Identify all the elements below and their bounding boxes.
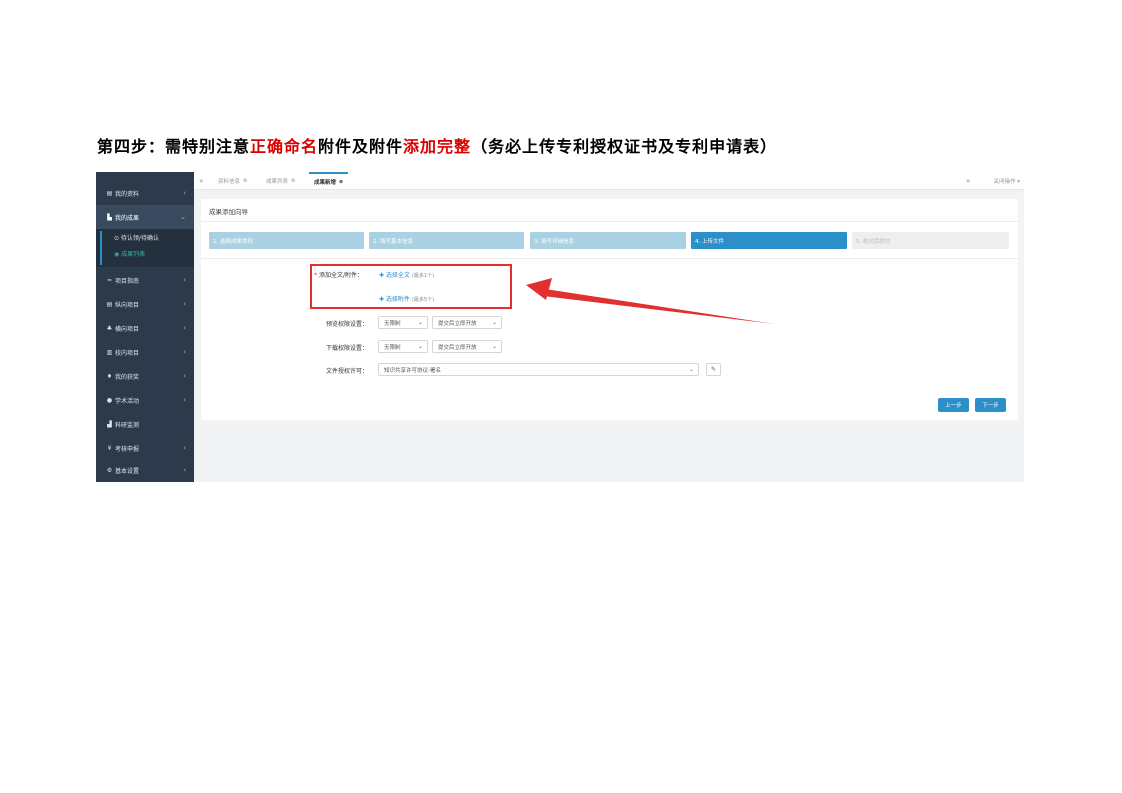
annotation-arrow: [526, 278, 774, 324]
arrow-head: [526, 278, 552, 300]
arrow-shaft: [543, 289, 774, 324]
